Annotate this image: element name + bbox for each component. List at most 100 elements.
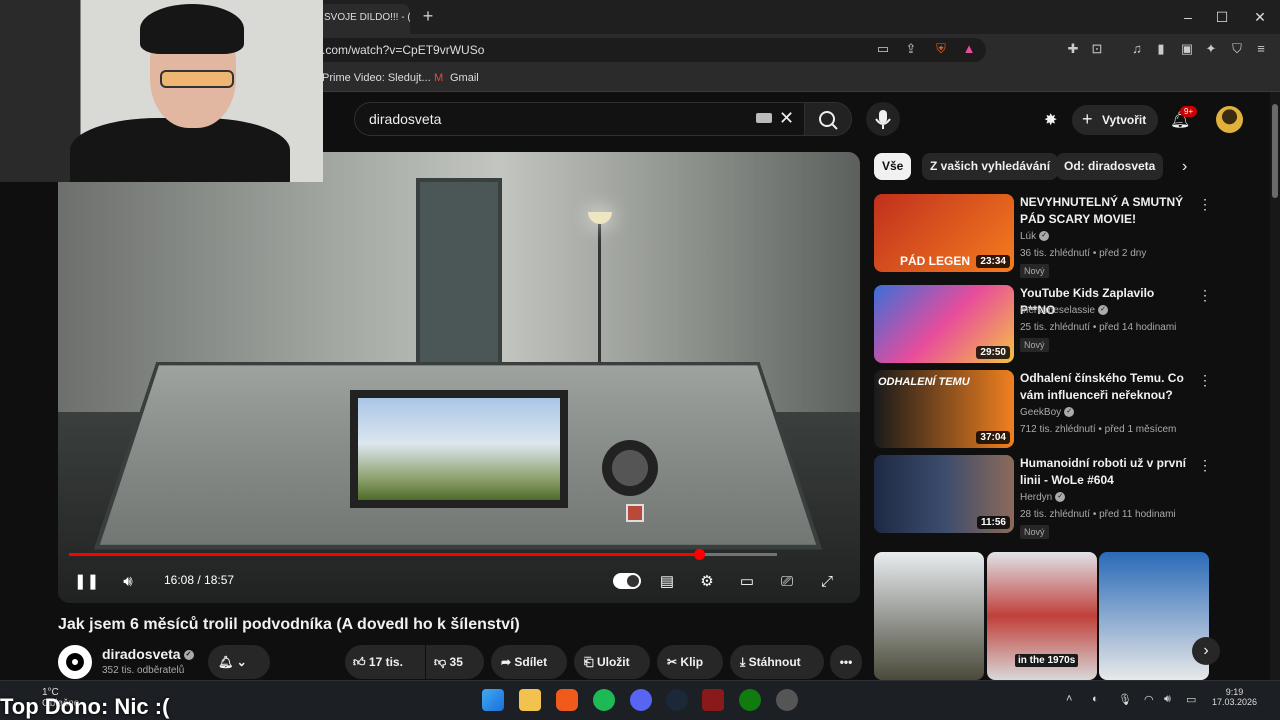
settings-gear-icon[interactable]: ⚙ [696, 572, 718, 592]
verified-icon: ✓ [1055, 492, 1066, 503]
shorts-next-button[interactable]: › [1192, 637, 1220, 665]
account-avatar[interactable] [1216, 106, 1243, 133]
scrollbar-thumb[interactable] [1272, 104, 1278, 198]
rec-title[interactable]: Odhalení čínského Temu. Co vám influence… [1020, 370, 1188, 404]
close-window-button[interactable]: ✕ [1250, 8, 1270, 26]
minimize-button[interactable]: – [1178, 8, 1198, 26]
subtitles-icon[interactable]: ▤ [656, 572, 678, 592]
spotify-icon[interactable] [593, 689, 615, 711]
video-thumbnail[interactable]: PÁD LEGEN 23:34 [874, 194, 1014, 272]
menu-icon[interactable]: ≡ [1252, 40, 1270, 58]
brave-rewards-icon[interactable]: ▲ [960, 40, 978, 58]
obs-icon[interactable] [776, 689, 798, 711]
short-thumbnail[interactable] [874, 552, 984, 680]
steam-icon[interactable] [666, 689, 688, 711]
more-vert-icon[interactable]: ⋮ [1198, 372, 1212, 389]
autoplay-toggle[interactable] [613, 573, 641, 589]
chevron-down-icon: ⌄ [236, 655, 247, 669]
youtube-studio-icon[interactable]: ✸ [1044, 110, 1057, 130]
screenshot-icon[interactable]: ⊡ [1088, 40, 1106, 58]
taskbar-clock[interactable]: 9:19 17.03.2026 [1212, 687, 1257, 707]
battery-icon[interactable]: ▭ [1186, 693, 1196, 706]
scrubber-handle[interactable] [694, 549, 705, 560]
keyboard-icon[interactable] [756, 113, 772, 123]
brave-shield-icon[interactable]: ⛨ [932, 40, 950, 58]
more-vert-icon[interactable]: ⋮ [1198, 287, 1212, 304]
short-thumbnail[interactable]: in the 1970s [987, 552, 1097, 680]
pause-icon[interactable]: ❚❚ [74, 572, 99, 592]
more-vert-icon[interactable]: ⋮ [1198, 196, 1212, 213]
share-icon[interactable]: ⇪ [902, 40, 920, 58]
volume-icon[interactable]: 🔊︎ [116, 572, 140, 592]
channel-name[interactable]: diradosveta ✓ [102, 646, 194, 662]
like-button[interactable]: 👍︎ 17 tis. [345, 645, 425, 679]
microphone-tray-icon[interactable]: 🎙︎ [1118, 693, 1132, 706]
notification-settings-button[interactable]: 🔔︎ ⌄ [208, 645, 270, 679]
tray-chevron-up-icon[interactable]: ˄ [1066, 693, 1072, 705]
game-app-icon[interactable] [702, 689, 724, 711]
extensions-icon[interactable]: ✚ [1064, 40, 1082, 58]
browser-tab[interactable]: SVOJE DILDO!!! - ( [318, 4, 410, 34]
chevron-right-icon[interactable]: › [1182, 158, 1187, 176]
rec-channel[interactable]: menameselassie ✓ [1020, 305, 1109, 316]
share-button[interactable]: ➦ Sdílet [491, 645, 567, 679]
new-tab-button[interactable]: + [418, 6, 438, 26]
video-thumbnail[interactable]: ODHALENÍ TEMU 37:04 [874, 370, 1014, 448]
save-button[interactable]: ⎗ Uložit [574, 645, 650, 679]
stream-overlay-text: Top Dono: Nic :( [0, 694, 170, 719]
start-icon[interactable] [482, 689, 504, 711]
rec-meta: 712 tis. zhlédnutí • před 1 měsícem [1020, 424, 1177, 435]
cast-icon[interactable]: ⎚ [776, 572, 798, 592]
maximize-button[interactable]: ☐ [1212, 8, 1232, 26]
rec-channel[interactable]: Herdyn ✓ [1020, 492, 1066, 503]
progress-bar[interactable] [69, 553, 699, 556]
chip-all[interactable]: Vše [874, 153, 912, 180]
fullscreen-icon[interactable]: ⤢ [816, 572, 838, 592]
sidebar-icon[interactable]: ▮ [1152, 40, 1170, 58]
download-button[interactable]: ⤓ Stáhnout [730, 645, 824, 679]
rec-channel[interactable]: Lúk ✓ [1020, 231, 1050, 242]
more-vert-icon[interactable]: ⋮ [1198, 457, 1212, 474]
discord-icon[interactable] [630, 689, 652, 711]
steam-tray-icon[interactable]: ◐ [1092, 693, 1099, 705]
dislike-button[interactable]: 👎︎ 35 [426, 645, 484, 679]
brave-browser-icon[interactable] [556, 689, 578, 711]
chip-from-searches[interactable]: Z vašich vyhledávání [922, 153, 1059, 180]
cast-icon[interactable]: ▭ [874, 40, 892, 58]
more-actions-button[interactable]: ••• [830, 645, 862, 679]
recommendation-item[interactable]: ODHALENÍ TEMU 37:04 Odhalení čínského Te… [874, 370, 1214, 450]
wallet-icon[interactable]: ▣ [1178, 40, 1196, 58]
speaker-icon[interactable]: 🔊︎ [1164, 693, 1171, 706]
bookmark-icon: ⎗ [584, 655, 594, 669]
notification-badge: 9+ [1180, 106, 1198, 117]
clear-search-icon[interactable]: ✕ [779, 108, 794, 129]
file-explorer-icon[interactable] [519, 689, 541, 711]
voice-search-button[interactable] [866, 102, 900, 136]
search-button[interactable] [804, 102, 852, 136]
video-player[interactable]: ❚❚ 🔊︎ 16:08 / 18:57 ▤ ⚙ ▭ ⎚ ⤢ [58, 152, 860, 603]
xbox-icon[interactable] [739, 689, 761, 711]
wifi-icon[interactable]: ◠ [1144, 693, 1154, 706]
rec-title[interactable]: Humanoidní roboti už v první linii - WoL… [1020, 455, 1188, 489]
search-input[interactable]: diradosveta [354, 102, 806, 136]
video-thumbnail[interactable]: 11:56 [874, 455, 1014, 533]
rec-meta: 25 tis. zhlédnutí • před 14 hodinami [1020, 322, 1177, 333]
chip-from-channel[interactable]: Od: diradosveta [1056, 153, 1164, 180]
recommendation-item[interactable]: PÁD LEGEN 23:34 NEVYHNUTELNÝ A SMUTNÝ PÁ… [874, 194, 1214, 278]
recommendation-item[interactable]: 29:50 YouTube Kids Zaplavilo P**NO menam… [874, 285, 1214, 365]
music-icon[interactable]: ♫ [1128, 40, 1146, 58]
video-thumbnail[interactable]: 29:50 [874, 285, 1014, 363]
rec-title[interactable]: NEVYHNUTELNÝ A SMUTNÝ PÁD SCARY MOVIE! [1020, 194, 1188, 228]
create-button[interactable]: + Vytvořit [1072, 105, 1158, 135]
time-display: 16:08 / 18:57 [164, 573, 235, 587]
leo-ai-icon[interactable]: ✦ [1202, 40, 1220, 58]
bookmark-prime-video[interactable]: Prime Video: Sledujt... [322, 72, 431, 84]
short-thumbnail[interactable] [1099, 552, 1209, 680]
theater-mode-icon[interactable]: ▭ [736, 572, 758, 592]
bookmark-gmail[interactable]: Gmail [450, 72, 479, 84]
recommendation-item[interactable]: 11:56 Humanoidní roboti už v první linii… [874, 455, 1214, 539]
clip-button[interactable]: ✂ Klip [657, 645, 723, 679]
vpn-icon[interactable]: ⛉ [1228, 40, 1246, 58]
rec-channel[interactable]: GeekBoy ✓ [1020, 407, 1075, 418]
channel-avatar[interactable] [58, 645, 92, 679]
